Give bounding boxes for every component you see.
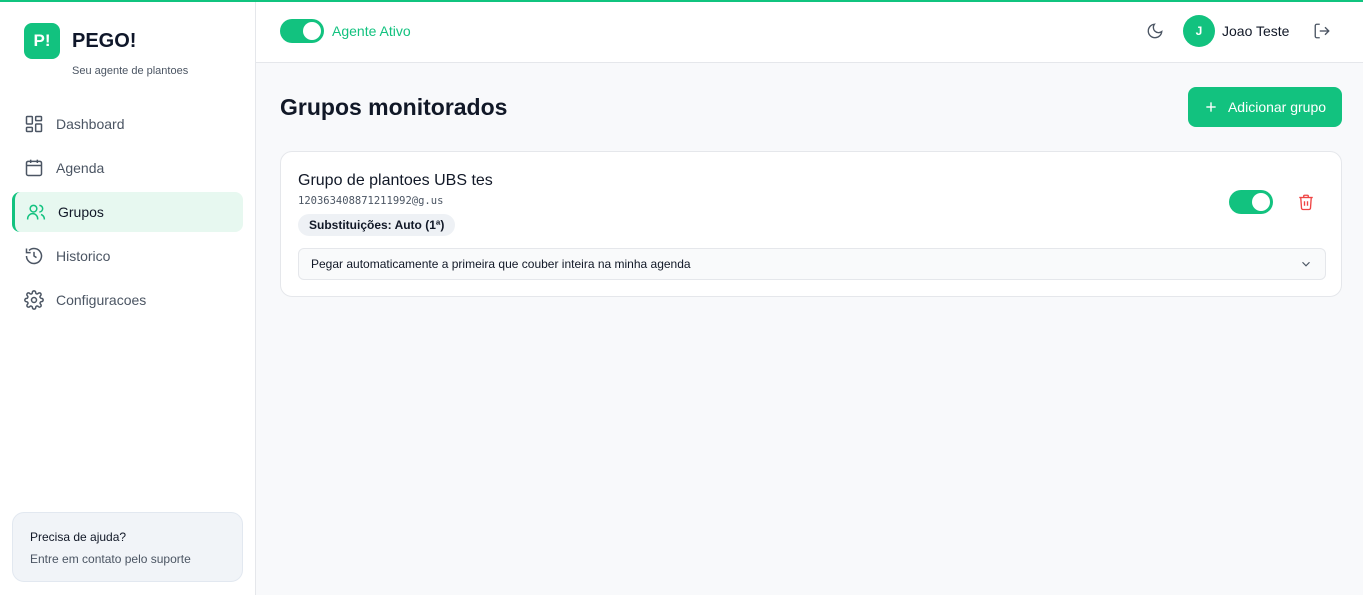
brand[interactable]: P! PEGO! [24, 23, 136, 59]
group-card: Grupo de plantoes UBS tes 12036340887121… [280, 151, 1342, 297]
toggle-knob [303, 22, 321, 40]
users-icon [26, 202, 46, 222]
logout-icon[interactable] [1313, 22, 1331, 40]
brand-name: PEGO! [72, 29, 137, 52]
page-title: Grupos monitorados [280, 94, 508, 120]
toggle-knob [1252, 193, 1270, 211]
top-header: Agente Ativo J Joao Teste [256, 0, 1363, 63]
chevron-down-icon [1299, 257, 1313, 271]
sidebar-item-label: Grupos [58, 204, 104, 220]
trash-icon[interactable] [1297, 193, 1315, 211]
history-icon [24, 246, 44, 266]
moon-icon[interactable] [1146, 22, 1164, 40]
avatar[interactable]: J [1183, 15, 1215, 47]
help-text: Entre em contato pelo suporte [30, 552, 191, 566]
acceptance-mode-value: Pegar automaticamente a primeira que cou… [311, 257, 691, 271]
sidebar-item-historico[interactable]: Historico [12, 236, 243, 276]
calendar-icon [24, 158, 44, 178]
user-name[interactable]: Joao Teste [1222, 23, 1289, 39]
sidebar-item-grupos[interactable]: Grupos [12, 192, 243, 232]
sidebar-item-configuracoes[interactable]: Configuracoes [12, 280, 243, 320]
brand-logo: P! [24, 23, 60, 59]
dashboard-icon [24, 114, 44, 134]
sidebar-item-label: Configuracoes [56, 292, 147, 308]
gear-icon [24, 290, 44, 310]
sidebar-item-label: Historico [56, 248, 111, 264]
brand-subtitle: Seu agente de plantoes [72, 65, 189, 77]
sidebar-item-label: Agenda [56, 160, 105, 176]
plus-icon [1204, 100, 1218, 114]
sidebar-item-dashboard[interactable]: Dashboard [12, 104, 243, 144]
group-name: Grupo de plantoes UBS tes [298, 172, 493, 189]
agent-status-label: Agente Ativo [332, 23, 411, 39]
sidebar-nav: Dashboard Agenda Grupos Historico Config… [12, 104, 243, 324]
help-card[interactable]: Precisa de ajuda? Entre em contato pelo … [12, 512, 243, 582]
substitution-badge: Substituições: Auto (1ª) [298, 214, 456, 236]
group-enabled-toggle[interactable] [1229, 190, 1273, 214]
add-group-label: Adicionar grupo [1227, 99, 1327, 115]
sidebar-item-label: Dashboard [56, 116, 125, 132]
agent-active-toggle[interactable] [280, 19, 324, 43]
top-accent-bar [0, 0, 1363, 2]
acceptance-mode-select[interactable]: Pegar automaticamente a primeira que cou… [298, 248, 1326, 280]
help-title: Precisa de ajuda? [30, 530, 127, 544]
sidebar: P! PEGO! Seu agente de plantoes Dashboar… [0, 0, 256, 595]
group-id: 120363408871211992@g.us [298, 195, 444, 207]
sidebar-item-agenda[interactable]: Agenda [12, 148, 243, 188]
add-group-button[interactable]: Adicionar grupo [1188, 87, 1342, 127]
